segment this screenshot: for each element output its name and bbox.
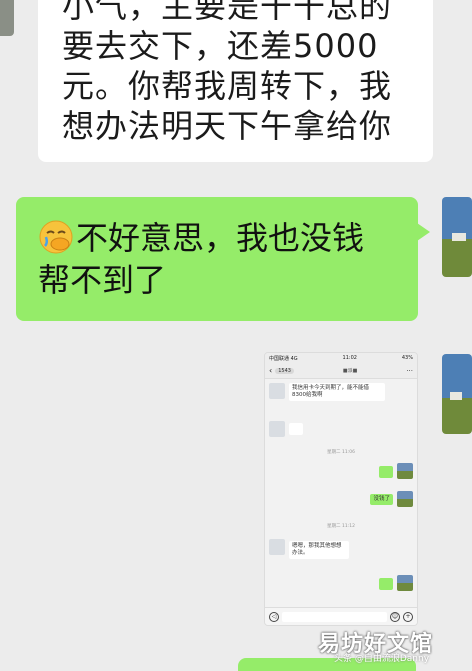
outgoing-message-bubble[interactable]: 不好意思，我也没钱 帮不到了 bbox=[16, 197, 430, 321]
back-icon: ‹ bbox=[269, 366, 273, 375]
message-text: 帮不到了 bbox=[38, 261, 167, 299]
landscape-avatar-icon bbox=[442, 197, 472, 277]
message-text: 不好意思，我也没钱 bbox=[76, 219, 365, 257]
my-avatar bbox=[397, 491, 413, 507]
chat-header: ‹ 1543 ■派■ ··· bbox=[265, 363, 417, 379]
unread-badge: 1543 bbox=[275, 367, 294, 374]
watermark-subtitle: 头条 @自由流浪Danny bbox=[334, 654, 430, 664]
plus-icon: + bbox=[403, 611, 413, 622]
chat-body: 我信用卡今天到期了，能不能借8300给我啊 星期二 11:06 没钱了 星期二 … bbox=[265, 379, 417, 609]
my-avatar bbox=[397, 463, 413, 479]
more-icon: ··· bbox=[406, 366, 413, 375]
chat-bubble: 我信用卡今天到期了，能不能借8300给我啊 bbox=[289, 383, 385, 401]
message-input bbox=[282, 611, 387, 622]
emoji-bubble bbox=[379, 578, 393, 590]
my-avatar bbox=[397, 575, 413, 591]
message-line: 小气，主要是干干总的 bbox=[62, 0, 393, 25]
emoji-bubble bbox=[289, 423, 303, 435]
contact-avatar[interactable] bbox=[0, 0, 14, 36]
status-time: 11:02 bbox=[342, 355, 357, 361]
chat-timestamp: 星期二 11:12 bbox=[327, 524, 355, 529]
contact-name: ■派■ bbox=[342, 368, 358, 374]
landscape-avatar-icon bbox=[442, 354, 472, 434]
voice-icon: ◁ bbox=[269, 611, 279, 622]
chat-bubble: 嗯嗯，那我其他想想办法。 bbox=[289, 541, 349, 559]
incoming-message-bubble[interactable]: 小气，主要是干干总的 要去交下，还差5000 元。你帮我周转下，我 想办法明天下… bbox=[38, 0, 433, 162]
emoji-bubble bbox=[379, 466, 393, 478]
message-line: 要去交下，还差5000 bbox=[62, 27, 379, 65]
message-line: 元。你帮我周转下，我 bbox=[62, 67, 393, 105]
status-battery: 43% bbox=[401, 355, 413, 361]
contact-avatar bbox=[269, 383, 285, 399]
status-carrier: 中国联通 4G bbox=[269, 355, 298, 362]
contact-avatar bbox=[269, 539, 285, 555]
message-line: 想办法明天下午拿给你 bbox=[62, 107, 393, 145]
emoji-icon: ☺ bbox=[390, 611, 400, 622]
status-bar: 中国联通 4G 11:02 43% bbox=[265, 353, 417, 363]
chat-input-bar: ◁ ☺ + bbox=[265, 607, 417, 625]
contact-avatar bbox=[269, 421, 285, 437]
chat-timestamp: 星期二 11:06 bbox=[327, 450, 355, 455]
my-avatar[interactable] bbox=[442, 354, 472, 434]
face-with-hand-over-mouth-emoji-icon bbox=[39, 220, 73, 254]
image-message-screenshot[interactable]: 中国联通 4G 11:02 43% ‹ 1543 ■派■ ··· 我信用卡今天到… bbox=[264, 352, 418, 626]
chat-bubble: 没钱了 bbox=[370, 494, 393, 505]
my-avatar[interactable] bbox=[442, 197, 472, 277]
